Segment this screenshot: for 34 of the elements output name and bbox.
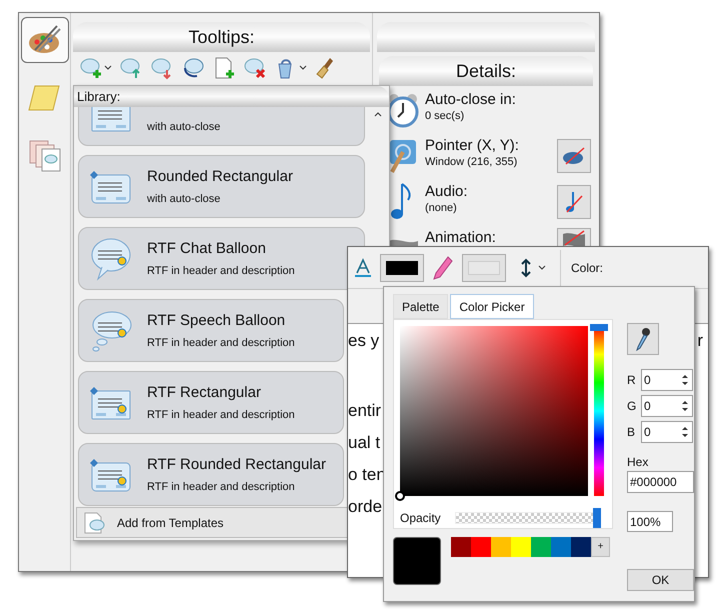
detail-value: 0 sec(s)	[425, 109, 466, 124]
detail-label: Audio:	[425, 182, 468, 201]
channel-value: 0	[644, 372, 651, 389]
document-text: ual t	[348, 432, 380, 454]
card-title: Rounded Rectangular	[147, 168, 293, 186]
channel-label: R	[627, 372, 635, 389]
document-text: es y	[348, 330, 380, 352]
opacity-label: Opacity	[400, 510, 441, 527]
card-title: RTF Speech Balloon	[147, 312, 286, 330]
card-subtitle: RTF in header and description	[147, 336, 295, 350]
card-title: RTF Chat Balloon	[147, 240, 267, 258]
detail-value: (none)	[425, 201, 458, 216]
card-subtitle: with auto-close	[147, 192, 222, 206]
card-subtitle: RTF in header and description	[147, 480, 296, 494]
panel-header: Tooltips:	[73, 22, 370, 52]
card-title: RTF Rectangular	[147, 384, 262, 402]
hex-label: Hex	[627, 454, 650, 471]
detail-value: Window (216, 355)	[425, 155, 518, 170]
document-text: entir	[348, 400, 382, 422]
color-label: Color:	[571, 260, 604, 276]
card-subtitle: RTF in header and description	[147, 264, 295, 278]
channel-value: 0	[644, 398, 651, 415]
detail-label: Animation:	[425, 228, 496, 247]
document-text: r	[697, 330, 703, 352]
card-subtitle: RTF in header and description	[147, 408, 295, 422]
card-subtitle: with auto-close	[147, 120, 220, 134]
panel-header: Details:	[379, 56, 593, 86]
card-title: RTF Rounded Rectangular	[147, 456, 326, 474]
channel-label: B	[627, 424, 635, 441]
detail-label: Pointer (X, Y):	[425, 136, 519, 155]
popup-header: Library:	[74, 86, 389, 107]
channel-value: 0	[644, 424, 651, 441]
channel-label: G	[627, 398, 635, 415]
detail-label: Auto-close in:	[425, 90, 516, 109]
